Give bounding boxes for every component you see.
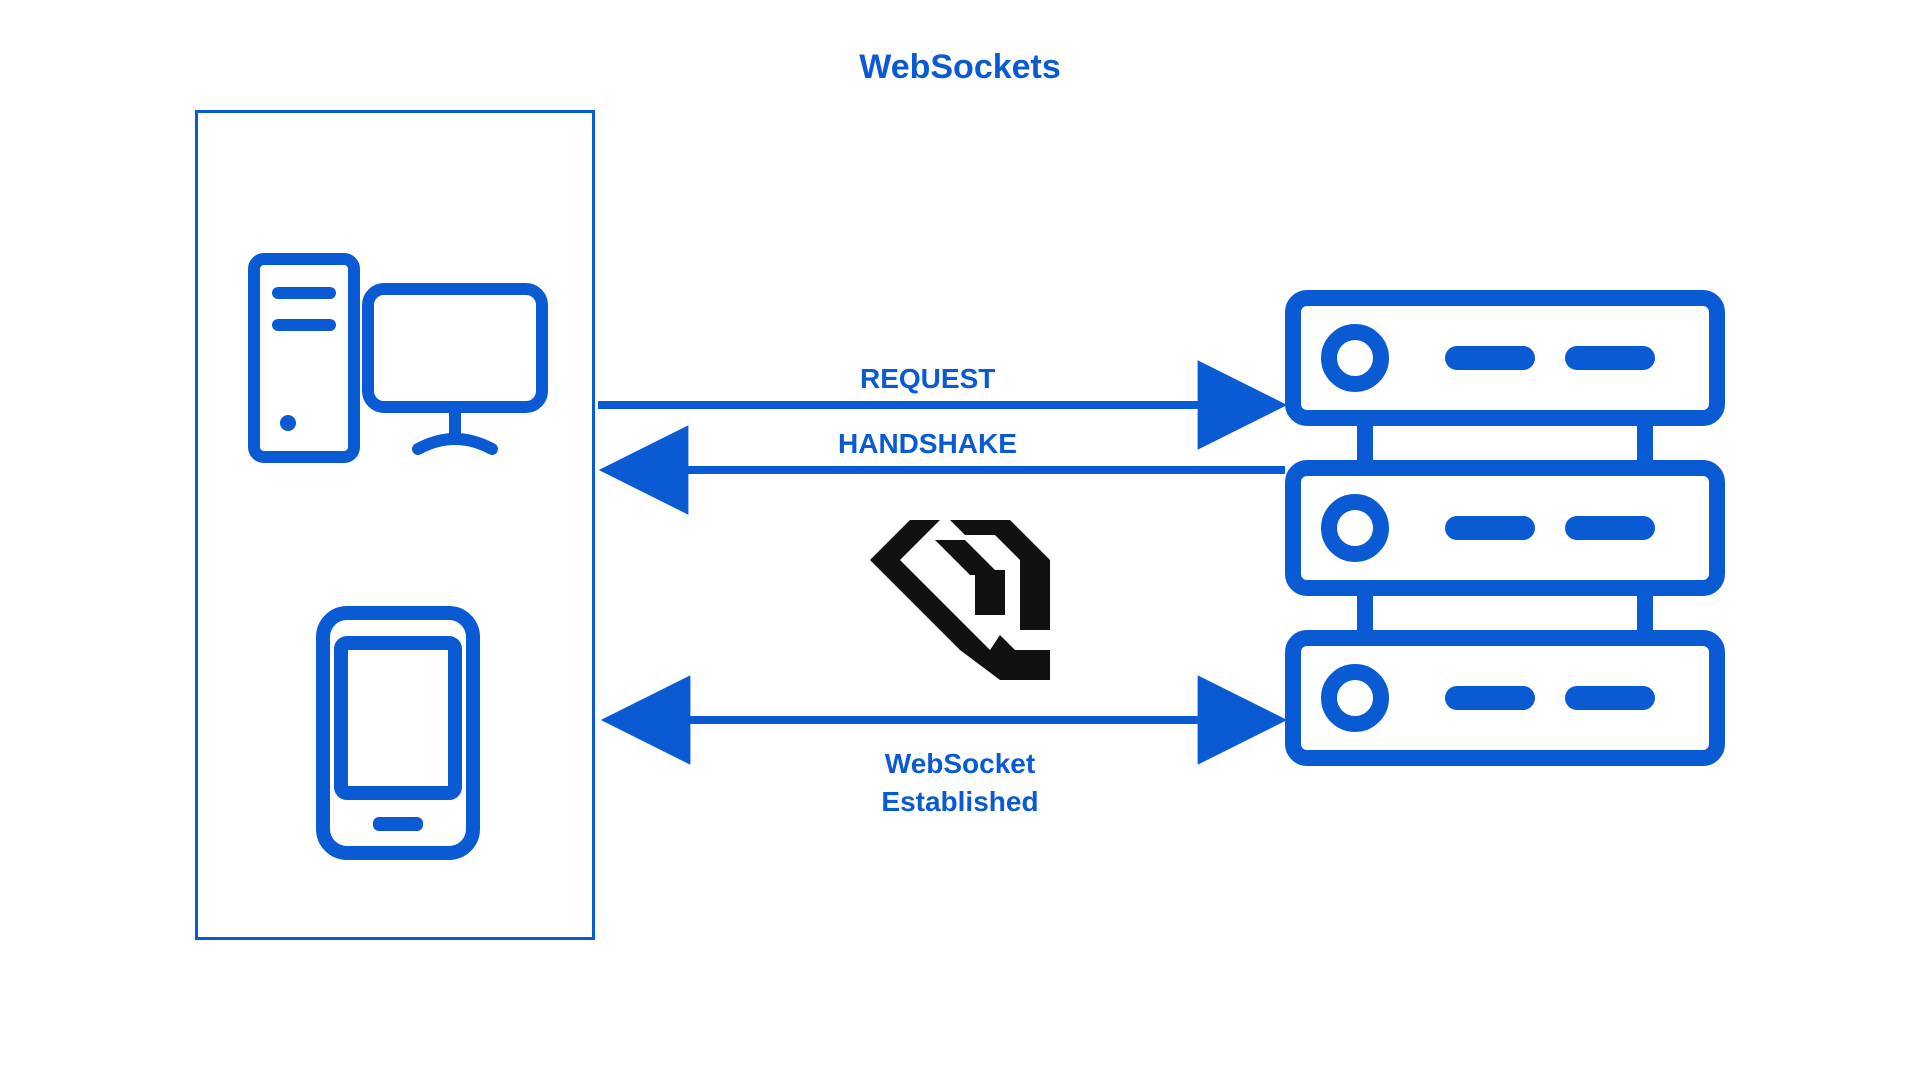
handshake-label: HANDSHAKE xyxy=(838,428,1017,460)
diagram-title: WebSockets xyxy=(859,48,1061,87)
websocket-logo-icon xyxy=(850,520,1050,680)
established-label: WebSocket Established xyxy=(850,745,1070,821)
established-label-line2: Established xyxy=(881,786,1038,817)
desktop-computer-icon xyxy=(248,253,548,463)
server-rack-icon xyxy=(1285,290,1725,790)
established-label-line1: WebSocket xyxy=(885,748,1035,779)
smartphone-icon xyxy=(313,603,483,863)
request-label: REQUEST xyxy=(860,363,995,395)
client-devices-container xyxy=(195,110,595,940)
